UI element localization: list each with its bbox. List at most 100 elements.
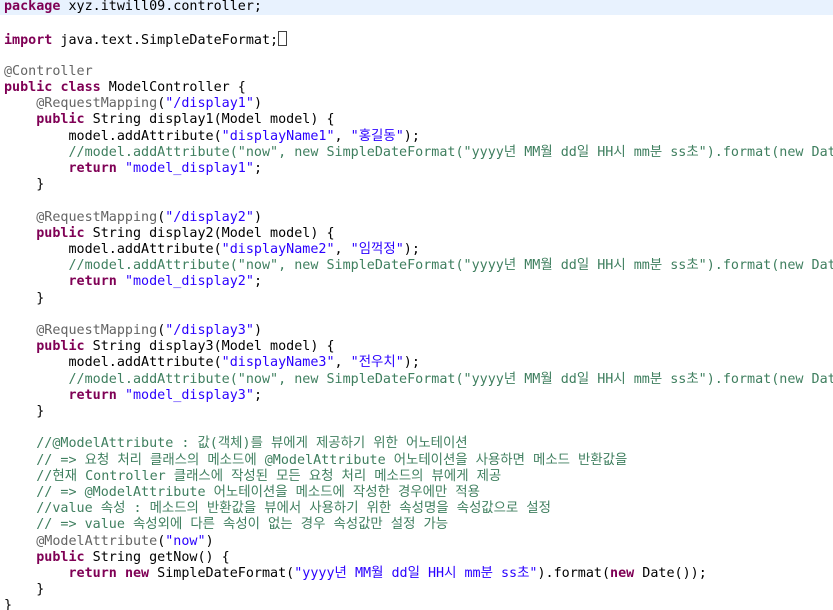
code-line[interactable]: } bbox=[4, 404, 833, 420]
code-editor[interactable]: package xyz.itwill09.controller; import j… bbox=[0, 0, 833, 610]
code-text: ) bbox=[205, 533, 214, 549]
code-line[interactable]: } bbox=[4, 177, 833, 193]
comment-token: //model.addAttribute("now", new SimpleDa… bbox=[68, 371, 833, 387]
code-line[interactable] bbox=[4, 420, 833, 436]
code-text: ); bbox=[403, 128, 420, 144]
comment-token: //model.addAttribute("now", new SimpleDa… bbox=[68, 258, 833, 274]
code-line[interactable] bbox=[4, 15, 833, 31]
code-line[interactable]: } bbox=[4, 291, 833, 307]
code-line[interactable]: package xyz.itwill09.controller; bbox=[0, 0, 833, 15]
code-line[interactable]: return "model_display1"; bbox=[4, 161, 833, 177]
keyword-token: public bbox=[36, 339, 85, 355]
code-line[interactable]: //model.addAttribute("now", new SimpleDa… bbox=[4, 258, 833, 274]
code-line[interactable]: //현재 Controller 클래스에 작성된 모든 요청 처리 메소드의 뷰… bbox=[4, 469, 833, 485]
code-line[interactable]: model.addAttribute("displayName1", "홍길동"… bbox=[4, 129, 833, 145]
code-text: } bbox=[4, 598, 13, 610]
code-text: ModelController { bbox=[100, 80, 246, 95]
code-text: String display1(Model model) { bbox=[84, 112, 335, 128]
code-line[interactable]: return "model_display2"; bbox=[4, 274, 833, 290]
code-line[interactable]: @RequestMapping("/display2") bbox=[4, 210, 833, 226]
code-line[interactable]: } bbox=[4, 582, 833, 598]
code-text: ; bbox=[253, 274, 262, 290]
comment-token: //value 속성 : 메소드의 반환값을 뷰에서 사용하기 위한 속성명을 … bbox=[36, 501, 551, 517]
keyword-token: return bbox=[68, 161, 117, 176]
code-line[interactable]: @RequestMapping("/display3") bbox=[4, 323, 833, 339]
code-line[interactable]: //@ModelAttribute : 값(객체)를 뷰에게 제공하기 위한 어… bbox=[4, 436, 833, 452]
keyword-token: package bbox=[4, 0, 61, 14]
string-token: "displayName3" bbox=[221, 355, 335, 371]
code-line[interactable]: return "model_display3"; bbox=[4, 388, 833, 404]
code-line[interactable]: // => 요청 처리 클래스의 메소드에 @ModelAttribute 어노… bbox=[4, 453, 833, 469]
code-line[interactable]: model.addAttribute("displayName3", "전우치"… bbox=[4, 355, 833, 371]
code-line[interactable]: //model.addAttribute("now", new SimpleDa… bbox=[4, 145, 833, 161]
string-token: "model_display2" bbox=[124, 274, 254, 290]
code-line[interactable]: model.addAttribute("displayName2", "임꺽정"… bbox=[4, 242, 833, 258]
code-line[interactable] bbox=[4, 307, 833, 323]
code-text: } bbox=[4, 582, 45, 598]
code-line[interactable]: public String display2(Model model) { bbox=[4, 226, 833, 242]
keyword-token: return bbox=[68, 566, 117, 581]
string-token: "yyyy년 MM월 dd일 HH시 mm분 ss초" bbox=[294, 566, 538, 581]
code-text: , bbox=[334, 242, 351, 257]
string-token: "홍길동" bbox=[350, 128, 404, 144]
code-text: ) bbox=[253, 209, 262, 225]
code-text: ) bbox=[253, 96, 262, 112]
annotation-token: @RequestMapping bbox=[36, 96, 158, 112]
keyword-token: return bbox=[68, 387, 117, 403]
code-text: model.addAttribute( bbox=[4, 128, 222, 144]
code-line[interactable]: return new SimpleDateFormat("yyyy년 MM월 d… bbox=[4, 566, 833, 582]
code-line[interactable]: // => value 속성외에 다른 속성이 없는 경우 속성값만 설정 가능 bbox=[4, 517, 833, 533]
code-line[interactable]: public class ModelController { bbox=[4, 80, 833, 96]
code-line[interactable]: public String display3(Model model) { bbox=[4, 339, 833, 355]
code-line[interactable]: @RequestMapping("/display1") bbox=[4, 96, 833, 112]
string-token: "/display1" bbox=[165, 96, 254, 112]
code-text: String display3(Model model) { bbox=[84, 339, 335, 355]
code-line[interactable]: //value 속성 : 메소드의 반환값을 뷰에서 사용하기 위한 속성명을 … bbox=[4, 501, 833, 517]
code-line[interactable]: // => @ModelAttribute 어노테이션을 메소드에 작성한 경우… bbox=[4, 485, 833, 501]
code-text: String display2(Model model) { bbox=[84, 225, 335, 241]
code-text: Date()); bbox=[634, 566, 707, 581]
code-text: model.addAttribute( bbox=[4, 242, 222, 257]
comment-token: // => @ModelAttribute 어노테이션을 메소드에 작성한 경우… bbox=[36, 485, 480, 500]
annotation-token: @RequestMapping bbox=[36, 209, 158, 225]
code-text: ) bbox=[253, 323, 262, 338]
string-token: "전우치" bbox=[350, 355, 404, 371]
string-token: "/display3" bbox=[165, 323, 254, 338]
comment-token: //@ModelAttribute : 값(객체)를 뷰에게 제공하기 위한 어… bbox=[36, 436, 468, 452]
comment-token: //현재 Controller 클래스에 작성된 모든 요청 처리 메소드의 뷰… bbox=[36, 468, 502, 484]
code-line[interactable] bbox=[4, 48, 833, 64]
code-line[interactable]: import java.text.SimpleDateFormat; bbox=[4, 31, 833, 49]
code-line[interactable] bbox=[4, 193, 833, 209]
code-text: } bbox=[4, 404, 45, 419]
string-token: "displayName2" bbox=[221, 242, 335, 257]
keyword-token: return bbox=[68, 274, 117, 290]
string-token: "임꺽정" bbox=[350, 242, 404, 257]
code-line[interactable]: } bbox=[4, 598, 833, 610]
code-line[interactable]: public String getNow() { bbox=[4, 550, 833, 566]
code-line[interactable]: @ModelAttribute("now") bbox=[4, 534, 833, 550]
code-text: java.text.SimpleDateFormat; bbox=[52, 33, 279, 49]
comment-token: // => 요청 처리 클래스의 메소드에 @ModelAttribute 어노… bbox=[36, 452, 628, 468]
string-token: "/display2" bbox=[165, 209, 254, 225]
keyword-token: class bbox=[60, 80, 101, 95]
string-token: "model_display3" bbox=[124, 387, 254, 403]
code-text: } bbox=[4, 290, 45, 306]
code-line[interactable]: //model.addAttribute("now", new SimpleDa… bbox=[4, 372, 833, 388]
code-line[interactable]: @Controller bbox=[4, 64, 833, 80]
code-line[interactable]: public String display1(Model model) { bbox=[4, 112, 833, 128]
